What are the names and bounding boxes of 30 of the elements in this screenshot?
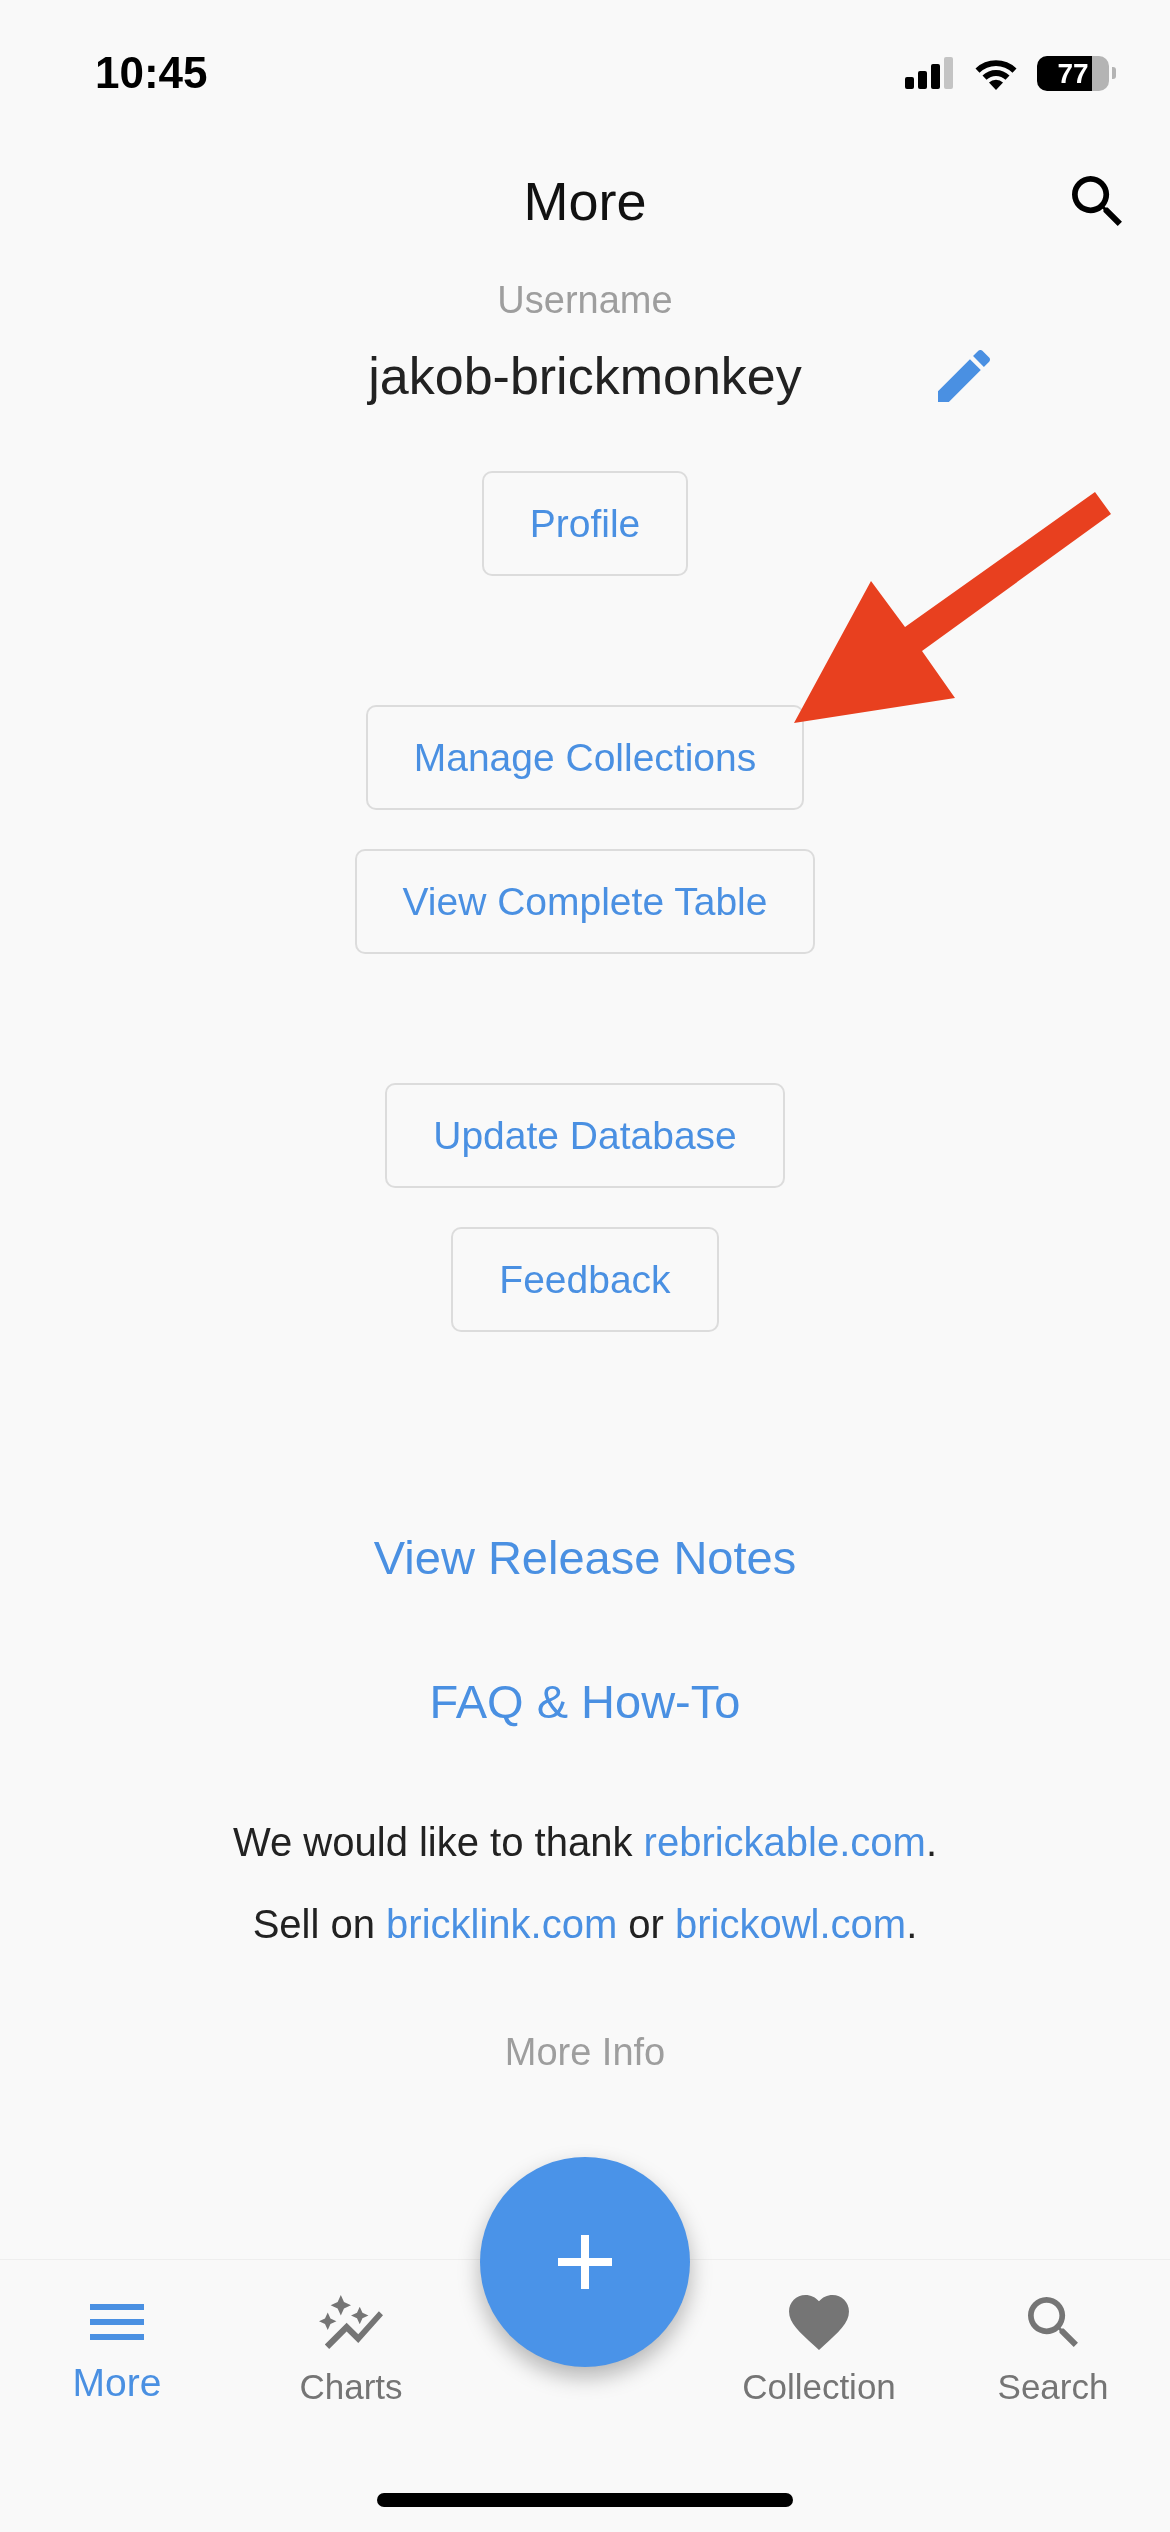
edit-icon[interactable] (937, 350, 990, 402)
heart-icon (789, 2294, 849, 2350)
search-icon (1028, 2297, 1078, 2347)
tab-item[interactable]: Collection (742, 2296, 896, 2408)
credit-text: Sell on bricklink.com or brickowl.com. (252, 1901, 918, 1948)
website-link[interactable]: bricklink.com (386, 1902, 618, 1946)
screen-title: More (523, 170, 647, 233)
text-link[interactable]: View Release Notes (373, 1529, 797, 1587)
tab-item[interactable]: Charts (299, 2296, 403, 2408)
sparkle-chart-icon (319, 2295, 383, 2349)
username-text: jakob-brickmonkey (368, 346, 802, 407)
signal-icon (905, 57, 955, 89)
username-label: Username (497, 278, 673, 323)
website-link[interactable]: brickowl.com (675, 1902, 907, 1946)
action-button[interactable]: Manage Collections (365, 705, 805, 810)
search-icon[interactable] (1072, 176, 1122, 226)
more-info-link[interactable]: More Info (504, 2029, 666, 2075)
website-link[interactable]: rebrickable.com (643, 1820, 926, 1864)
tab-item[interactable]: Search (997, 2296, 1109, 2408)
text-link[interactable]: FAQ & How-To (429, 1673, 741, 1731)
credit-text: We would like to thank rebrickable.com. (232, 1819, 937, 1866)
action-button[interactable]: Update Database (385, 1083, 785, 1188)
status-time: 10:45 (95, 47, 208, 99)
battery-indicator: 77 (1037, 55, 1116, 91)
action-button[interactable]: Feedback (451, 1227, 719, 1332)
plus-icon (558, 2235, 612, 2289)
action-button[interactable]: View Complete Table (354, 849, 816, 954)
menu-icon (90, 2304, 144, 2340)
tab-item[interactable]: More (72, 2296, 162, 2408)
action-button[interactable]: Profile (481, 471, 689, 576)
